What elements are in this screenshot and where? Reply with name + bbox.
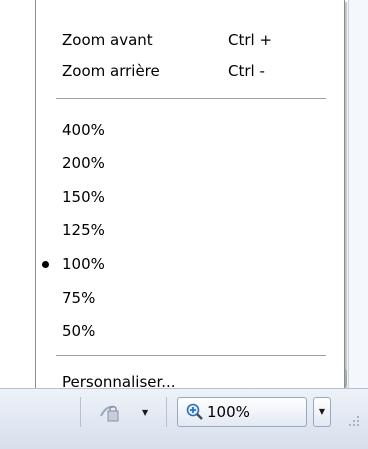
menu-item-zoom-in[interactable]: Zoom avant <box>62 31 153 49</box>
zoom-button[interactable]: 100% <box>177 397 307 427</box>
shortcut-zoom-out: Ctrl - <box>228 62 265 80</box>
shortcut-zoom-in: Ctrl + <box>228 31 273 49</box>
status-divider <box>166 397 167 427</box>
status-bar: ▼ 100% ▼ <box>0 388 368 449</box>
menu-separator <box>56 98 326 99</box>
window-content-edge <box>348 0 368 388</box>
menu-item-zoom-100[interactable]: 100% <box>62 255 105 273</box>
resize-grip-icon[interactable] <box>344 413 362 431</box>
menu-item-zoom-50[interactable]: 50% <box>62 322 95 340</box>
menu-separator <box>56 355 326 356</box>
menu-item-zoom-75[interactable]: 75% <box>62 289 95 307</box>
status-divider <box>80 397 81 427</box>
zoom-context-menu: Zoom avant Ctrl + Zoom arrière Ctrl - 40… <box>35 0 345 402</box>
page-security-icon[interactable] <box>99 403 121 423</box>
magnifier-plus-icon <box>186 403 203 420</box>
security-dropdown-icon[interactable]: ▼ <box>142 408 148 417</box>
menu-item-zoom-out[interactable]: Zoom arrière <box>62 62 160 80</box>
menu-item-zoom-200[interactable]: 200% <box>62 154 105 172</box>
menu-item-zoom-400[interactable]: 400% <box>62 121 105 139</box>
zoom-level-label: 100% <box>207 403 250 421</box>
selected-bullet-icon <box>42 261 49 268</box>
zoom-dropdown-button[interactable]: ▼ <box>313 397 331 427</box>
menu-item-zoom-150[interactable]: 150% <box>62 188 105 206</box>
menu-item-zoom-125[interactable]: 125% <box>62 221 105 239</box>
